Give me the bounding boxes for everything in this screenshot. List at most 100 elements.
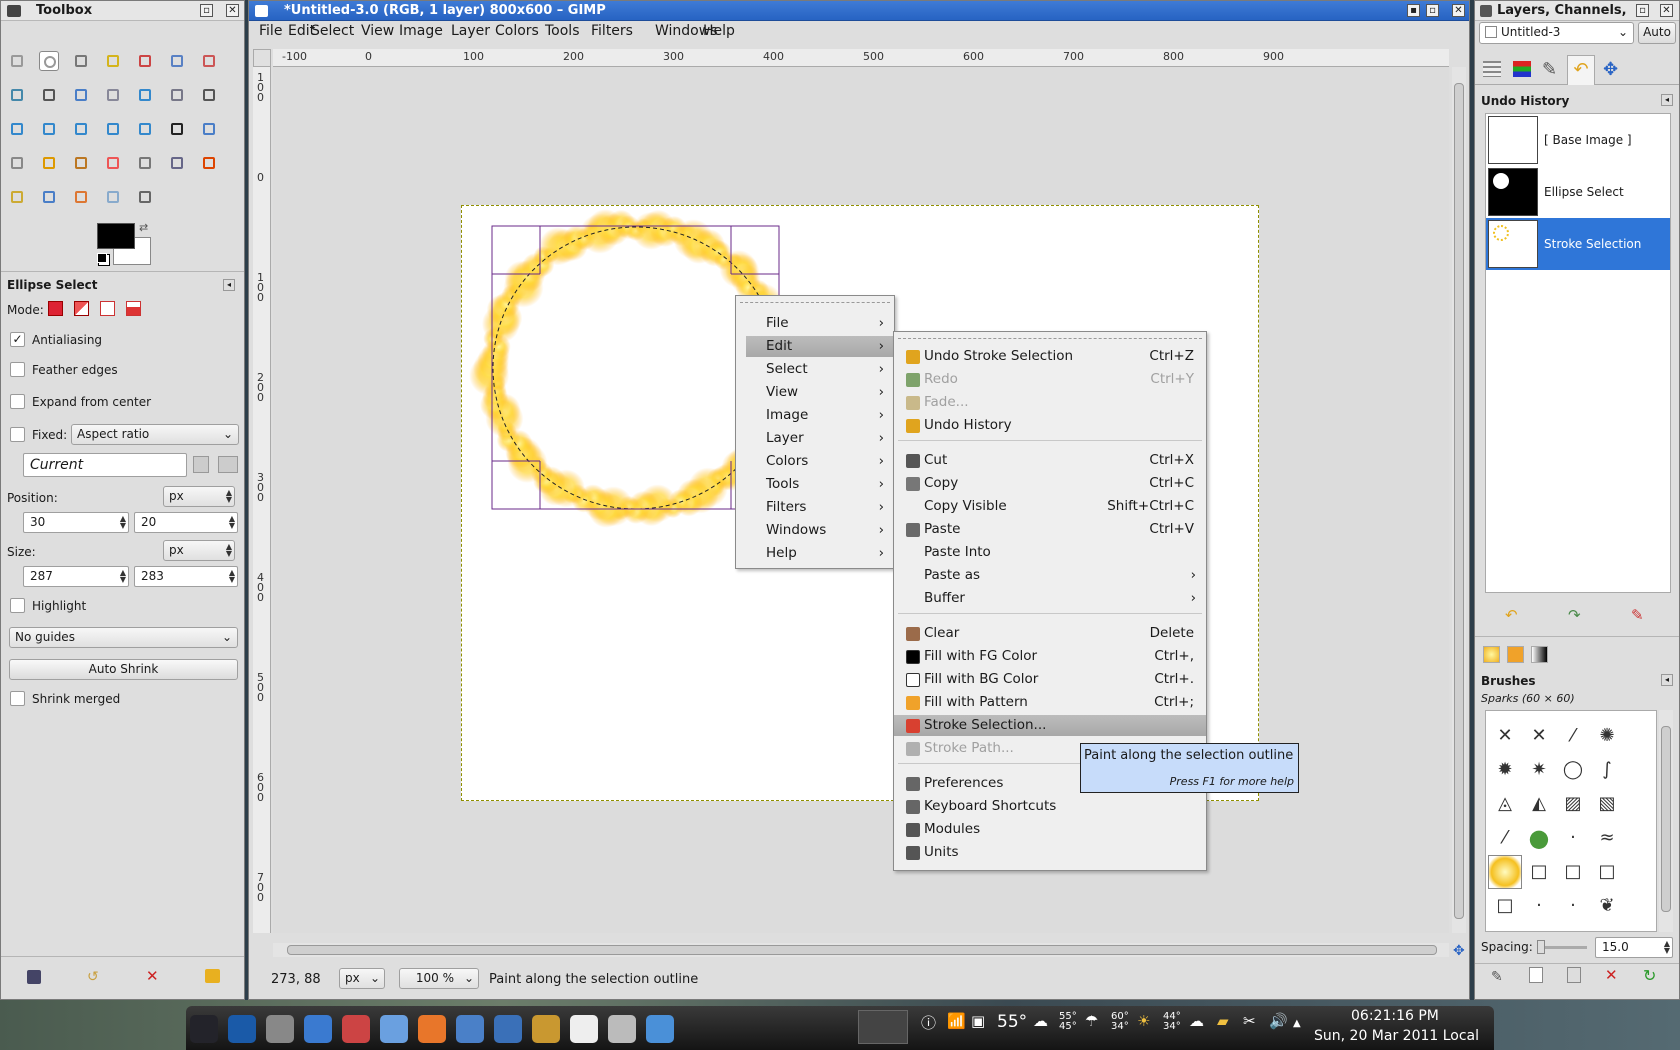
- zoom-combo[interactable]: 100 % ⌄: [399, 968, 479, 989]
- tray-expand-icon[interactable]: ▲: [1293, 1018, 1301, 1029]
- brush-item-icon[interactable]: ✺: [1590, 719, 1624, 753]
- vertical-scrollbar[interactable]: [1452, 67, 1466, 933]
- move-tab-icon[interactable]: ✥: [1603, 59, 1618, 80]
- brush-item-icon[interactable]: ●: [1522, 821, 1556, 855]
- image-titlebar[interactable]: *Untitled-3.0 (RGB, 1 layer) 800x600 – G…: [249, 1, 1469, 21]
- reset-options-icon[interactable]: [205, 969, 220, 983]
- brush-item-icon[interactable]: ◭: [1522, 787, 1556, 821]
- history-item[interactable]: [ Base Image ]: [1486, 114, 1670, 166]
- paths-tab-icon[interactable]: ✎: [1542, 59, 1557, 80]
- close-button[interactable]: ✕: [1452, 4, 1465, 17]
- brush-item-icon[interactable]: ⁄: [1556, 719, 1590, 753]
- edit-menu-undo-history[interactable]: Undo History: [894, 415, 1206, 436]
- mode-intersect-icon[interactable]: [126, 301, 141, 316]
- align-tool-icon[interactable]: [167, 85, 187, 105]
- delete-brush-icon[interactable]: ✕: [1605, 966, 1618, 984]
- lasso-tool-icon[interactable]: [71, 51, 91, 71]
- firefox-icon[interactable]: [418, 1015, 446, 1043]
- paths-tool-icon[interactable]: [7, 85, 27, 105]
- perspective-tool-icon[interactable]: [103, 119, 123, 139]
- network-app-icon[interactable]: [646, 1015, 674, 1043]
- menu-file[interactable]: File: [259, 23, 282, 39]
- window-list-icon[interactable]: [858, 1010, 908, 1044]
- scissors-tool-icon[interactable]: [167, 51, 187, 71]
- new-brush-icon[interactable]: [1529, 967, 1543, 983]
- undo-icon[interactable]: ↶: [1505, 606, 1518, 624]
- brush-item-icon[interactable]: ⁄: [1488, 821, 1522, 855]
- pencil-tool-icon[interactable]: [39, 153, 59, 173]
- brush-scrollbar[interactable]: [1659, 710, 1673, 932]
- edit-menu-fade[interactable]: Fade...: [894, 392, 1206, 413]
- size-w-field[interactable]: 287 ▲ ▼: [23, 566, 129, 587]
- configure-tab-icon[interactable]: ◂: [1661, 674, 1673, 686]
- toolbox-titlebar[interactable]: Toolbox ▫ ✕: [1, 1, 244, 21]
- brush-item-icon[interactable]: ·: [1556, 889, 1590, 923]
- position-x-field[interactable]: 30 ▲ ▼: [23, 512, 129, 533]
- shear-tool-icon[interactable]: [71, 119, 91, 139]
- brush-item-icon[interactable]: ✷: [1522, 753, 1556, 787]
- history-item[interactable]: Ellipse Select: [1486, 166, 1670, 218]
- eraser-tool-icon[interactable]: [103, 153, 123, 173]
- monitor-icon[interactable]: ▣: [971, 1012, 985, 1030]
- default-colors-icon[interactable]: [97, 253, 107, 263]
- rect-select-tool-icon[interactable]: [7, 51, 27, 71]
- crop-tool-icon[interactable]: [199, 85, 219, 105]
- save-options-icon[interactable]: [27, 970, 41, 984]
- info-icon[interactable]: ⓘ: [921, 1012, 936, 1033]
- ellipse-select-tool-icon[interactable]: [39, 51, 59, 71]
- scissors-icon[interactable]: ✂: [1243, 1012, 1256, 1030]
- edit-menu-modules[interactable]: Modules: [894, 819, 1206, 840]
- zoom-tool-icon[interactable]: [71, 85, 91, 105]
- package-icon[interactable]: [342, 1015, 370, 1043]
- guides-combo[interactable]: No guides ⌄: [9, 627, 238, 648]
- expand-checkbox[interactable]: [10, 394, 25, 409]
- redo-icon[interactable]: ↷: [1568, 606, 1581, 624]
- context-menu-file[interactable]: File ›: [736, 313, 894, 334]
- context-menu-select[interactable]: Select ›: [736, 359, 894, 380]
- measure-tool-icon[interactable]: [103, 85, 123, 105]
- unit-combo[interactable]: px ⌄: [339, 968, 385, 989]
- files-icon[interactable]: [380, 1015, 408, 1043]
- size-h-field[interactable]: 283 ▲ ▼: [134, 566, 238, 587]
- clear-history-icon[interactable]: ✎: [1631, 606, 1644, 624]
- delete-options-icon[interactable]: ✕: [146, 967, 159, 985]
- edit-brush-icon[interactable]: ✎: [1491, 969, 1503, 985]
- position-y-field[interactable]: 20 ▲ ▼: [134, 512, 238, 533]
- brush-item-icon[interactable]: ◬: [1488, 787, 1522, 821]
- brush-item-icon[interactable]: ❦: [1590, 889, 1624, 923]
- restore-options-icon[interactable]: ↺: [87, 969, 99, 985]
- color-select-tool-icon[interactable]: [135, 51, 155, 71]
- layers-tab-icon[interactable]: [1483, 61, 1501, 77]
- brush-item-icon[interactable]: ✕: [1522, 719, 1556, 753]
- ink-tool-icon[interactable]: [167, 153, 187, 173]
- context-menu-tools[interactable]: Tools ›: [736, 474, 894, 495]
- gimp-coin-icon[interactable]: [532, 1015, 560, 1043]
- brush-item-icon[interactable]: [1488, 855, 1522, 889]
- configure-tab-icon[interactable]: ◂: [223, 279, 235, 291]
- clone-tool-icon[interactable]: [199, 153, 219, 173]
- mode-add-icon[interactable]: [74, 301, 89, 316]
- settings-icon[interactable]: [304, 1015, 332, 1043]
- close-button[interactable]: ✕: [1660, 4, 1673, 17]
- brush-item-icon[interactable]: ▨: [1556, 787, 1590, 821]
- edit-menu-buffer[interactable]: Buffer ›: [894, 588, 1206, 609]
- fixed-checkbox[interactable]: [10, 427, 25, 442]
- move-tool-icon[interactable]: [135, 85, 155, 105]
- brush-item-icon[interactable]: ·: [1522, 889, 1556, 923]
- edit-menu-units[interactable]: Units: [894, 842, 1206, 863]
- context-menu-edit[interactable]: Edit ›: [746, 336, 894, 357]
- spacing-field[interactable]: 15.0 ▲ ▼: [1595, 937, 1673, 958]
- edit-menu-redo[interactable]: Redo Ctrl+Y: [894, 369, 1206, 390]
- navigate-icon[interactable]: ✥: [1453, 943, 1465, 959]
- duplicate-brush-icon[interactable]: [1567, 967, 1581, 983]
- edit-menu-clear[interactable]: Clear Delete: [894, 623, 1206, 644]
- fixed-combo[interactable]: Aspect ratio ⌄: [71, 424, 239, 445]
- editor-icon[interactable]: [608, 1015, 636, 1043]
- edit-menu-undo-stroke-selection[interactable]: Undo Stroke Selection Ctrl+Z: [894, 346, 1206, 367]
- undo-tab-icon[interactable]: ↶: [1567, 55, 1595, 85]
- context-menu-view[interactable]: View ›: [736, 382, 894, 403]
- brushes-tab-icon[interactable]: [1483, 646, 1500, 663]
- menu-colors[interactable]: Colors: [495, 23, 539, 39]
- brush-item-icon[interactable]: ∫: [1590, 753, 1624, 787]
- image-selector-combo[interactable]: Untitled-3 ⌄: [1479, 22, 1634, 44]
